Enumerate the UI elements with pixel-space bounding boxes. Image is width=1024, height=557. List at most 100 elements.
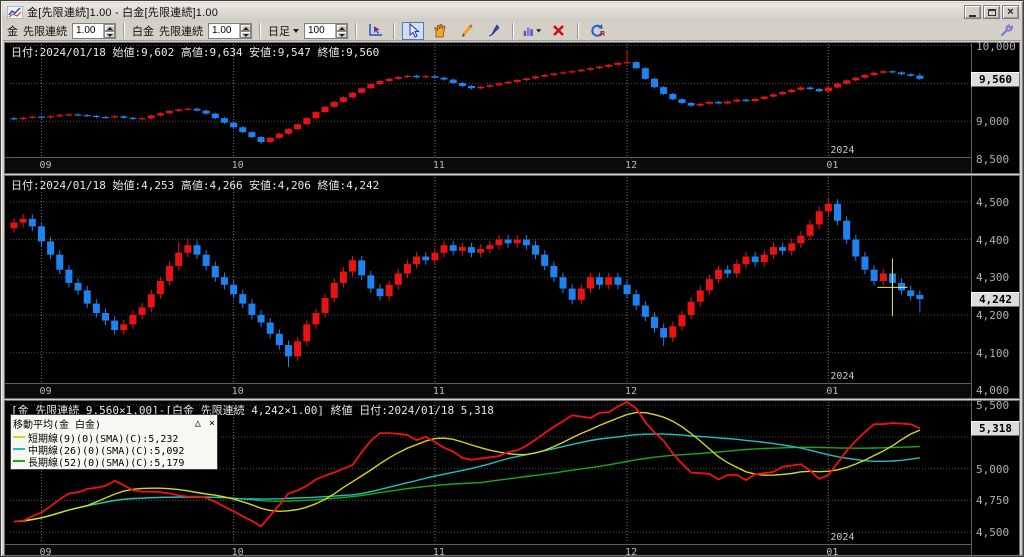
y-tick-label: 4,400 <box>976 233 1010 247</box>
legend-close-button[interactable]: × <box>209 418 215 429</box>
x-month-label: 09 <box>39 547 52 557</box>
pen-annotate-icon <box>488 24 500 37</box>
y-tick-label: 4,200 <box>976 308 1010 322</box>
y-tick-label: 5,500 <box>976 399 1010 413</box>
ma-long-label: 長期線(52)(0)(SMA)(C):5,179 <box>28 457 185 469</box>
x-month-label: 11 <box>432 547 445 557</box>
gold-price-label: 9,560 <box>971 71 1020 87</box>
axis-pointer-button[interactable] <box>364 22 386 40</box>
chart-line-icon <box>6 5 24 19</box>
platinum-chart-panel[interactable]: 2024 日付:2024/01/18 始値:4,253 高値:4,266 安値:… <box>4 175 1020 399</box>
ma-legend: 移動平均(金 白金) △ × 短期線(9)(0)(SMA)(C):5,232 中… <box>10 414 218 470</box>
spread-price-label: 5,318 <box>971 421 1020 437</box>
bar-count-input[interactable]: 100 <box>304 22 348 39</box>
chart-type-icon <box>523 27 542 36</box>
delete-red-x-icon <box>553 25 564 36</box>
y-tick-label: 4,500 <box>976 526 1010 540</box>
pen-annotate-button[interactable] <box>483 22 505 40</box>
chart-type-button[interactable] <box>521 22 543 40</box>
bar-count-up-button[interactable] <box>336 23 347 31</box>
refresh-icon: R <box>591 24 605 38</box>
delete-red-x-button[interactable] <box>548 22 570 40</box>
gold-y-axis: 10,000 9,000 8,500 <box>971 39 1019 173</box>
ma-mid-line-swatch <box>13 448 25 450</box>
y-tick-label: 5,000 <box>976 462 1010 476</box>
settings-wrench-icon[interactable] <box>999 22 1015 38</box>
toolbar: 金 先限連続 1.00 白金 先限連続 1.00 日足 100 R <box>3 21 1021 41</box>
title-bar[interactable]: 金[先限連続]1.00 - 白金[先限連続]1.00 × <box>3 3 1021 21</box>
platinum-symbol-label: 白金 <box>132 25 154 38</box>
pencil-draw-button[interactable] <box>456 22 478 40</box>
svg-text:R: R <box>600 31 605 38</box>
gold-x-axis: 09 10 11 12 01 <box>5 157 971 173</box>
pencil-draw-icon <box>461 24 473 37</box>
minimize-button[interactable] <box>964 5 981 19</box>
x-month-label: 01 <box>826 386 839 397</box>
x-month-label: 01 <box>826 547 839 557</box>
select-arrow-button[interactable] <box>402 21 424 40</box>
spread-chart-panel[interactable]: 2024 [金 先限連続 9,560×1.00]-[白金 先限連続 4,242×… <box>4 399 1020 557</box>
x-month-label: 09 <box>39 160 52 171</box>
gold-multiplier-input[interactable]: 1.00 <box>72 22 116 39</box>
hand-pan-button[interactable] <box>429 22 451 40</box>
close-button[interactable]: × <box>1002 5 1019 19</box>
chart-window: 金[先限連続]1.00 - 白金[先限連続]1.00 × 金 先限連続 1.00… <box>0 0 1024 557</box>
x-month-label: 11 <box>432 160 445 171</box>
x-month-label: 10 <box>231 386 244 397</box>
ma-long-line-swatch <box>13 460 25 462</box>
x-month-label: 01 <box>826 160 839 171</box>
period-select[interactable]: 日足 <box>268 23 290 39</box>
hand-pan-icon <box>433 24 446 38</box>
gold-candlestick-plot[interactable]: 2024 <box>5 43 1019 173</box>
platinum-candlestick-plot[interactable]: 2024 <box>5 176 1019 398</box>
x-month-label: 10 <box>231 160 244 171</box>
x-month-label: 11 <box>432 386 445 397</box>
y-tick-label: 10,000 <box>976 39 1016 53</box>
gold-series-label: 先限連続 <box>23 25 67 38</box>
gold-symbol-label: 金 <box>7 25 18 38</box>
maximize-button[interactable] <box>983 5 1000 19</box>
refresh-button[interactable]: R <box>586 22 608 40</box>
close-icon: × <box>1007 5 1014 18</box>
period-dropdown-icon[interactable] <box>293 28 299 33</box>
legend-row-long: 長期線(52)(0)(SMA)(C):5,179 <box>13 455 215 469</box>
gold-multiplier-down-button[interactable] <box>104 30 115 38</box>
toolbar-separator <box>259 22 261 39</box>
y-tick-label: 9,000 <box>976 115 1010 129</box>
ma-short-line-swatch <box>13 436 25 438</box>
platinum-multiplier-up-button[interactable] <box>240 23 251 31</box>
x-month-label: 12 <box>625 386 638 397</box>
toolbar-separator <box>577 22 579 39</box>
y-tick-label: 4,500 <box>976 195 1010 209</box>
svg-text:2024: 2024 <box>830 532 854 543</box>
platinum-x-axis: 09 10 11 12 01 <box>5 383 971 398</box>
x-month-label: 12 <box>625 547 638 557</box>
window-title: 金[先限連続]1.00 - 白金[先限連続]1.00 <box>27 7 219 19</box>
chart-client-area: 2024 日付:2024/01/18 始値:9,602 高値:9,634 安値:… <box>3 39 1021 557</box>
y-tick-label: 4,100 <box>976 346 1010 360</box>
legend-collapse-button[interactable]: △ <box>195 418 201 429</box>
toolbar-separator <box>512 22 514 39</box>
x-month-label: 09 <box>39 386 52 397</box>
spread-x-axis: 09 10 11 12 01 <box>5 544 971 557</box>
svg-text:2024: 2024 <box>830 371 854 382</box>
x-month-label: 12 <box>625 160 638 171</box>
toolbar-separator <box>123 22 125 39</box>
y-tick-label: 4,000 <box>976 384 1010 398</box>
y-tick-label: 8,500 <box>976 153 1010 167</box>
gold-chart-panel[interactable]: 2024 日付:2024/01/18 始値:9,602 高値:9,634 安値:… <box>4 39 1020 174</box>
maximize-icon <box>987 8 996 16</box>
toolbar-separator <box>393 22 395 39</box>
x-month-label: 10 <box>231 547 244 557</box>
svg-text:2024: 2024 <box>830 145 854 156</box>
y-tick-label: 4,300 <box>976 271 1010 285</box>
minimize-icon <box>969 14 976 17</box>
select-arrow-icon <box>409 23 420 38</box>
platinum-multiplier-down-button[interactable] <box>240 30 251 38</box>
platinum-multiplier-input[interactable]: 1.00 <box>208 22 252 39</box>
gold-multiplier-up-button[interactable] <box>104 23 115 31</box>
y-tick-label: 4,750 <box>976 494 1010 508</box>
platinum-series-label: 先限連続 <box>159 25 203 38</box>
toolbar-separator <box>355 22 357 39</box>
bar-count-down-button[interactable] <box>336 30 347 38</box>
